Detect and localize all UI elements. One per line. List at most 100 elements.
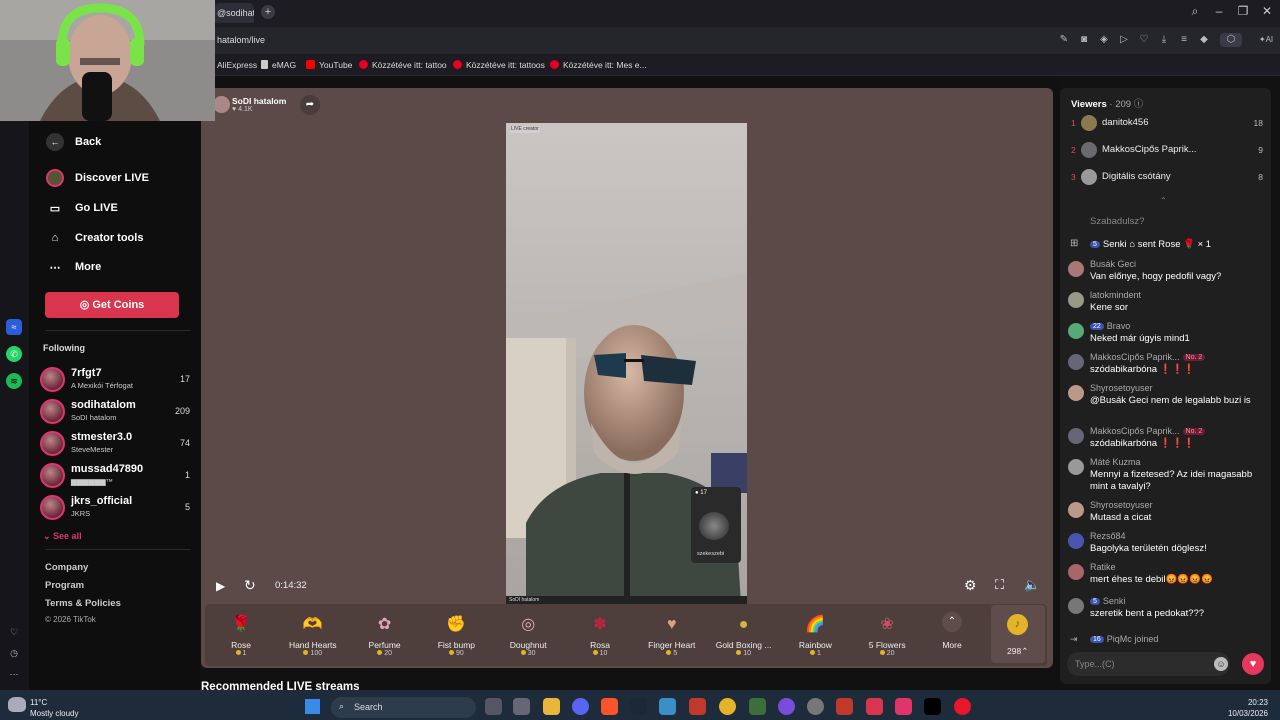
chat-username[interactable]: Busák Geci (1090, 259, 1136, 269)
nav-creator-tools[interactable]: ⌂ Creator tools (46, 227, 144, 249)
tiktok-icon[interactable] (924, 698, 941, 715)
top-viewer[interactable]: 2 MakkosCipős Paprik... 9 (1071, 142, 1263, 160)
chat-message[interactable]: Ratike mert éhes te debil😡😡😡😡 (1068, 562, 1264, 592)
like-button[interactable]: ♥ (1242, 653, 1264, 675)
windows-start-icon[interactable] (305, 699, 320, 714)
app-icon[interactable] (749, 698, 766, 715)
chat-message[interactable]: 22 Bravo Neked már úgyis mind1 (1068, 321, 1264, 351)
play-icon[interactable]: ▶ (216, 579, 225, 593)
chat-message[interactable]: 5 Senki szeretik bent a pedokat??? (1068, 596, 1264, 626)
footer-company[interactable]: Company (45, 562, 88, 573)
chat-message[interactable]: Rezső84 Bagolyka területén döglesz! (1068, 531, 1264, 561)
ai-button[interactable]: ✦AI (1254, 33, 1278, 47)
chat-username[interactable]: 22 Bravo (1090, 321, 1130, 331)
volume-icon[interactable]: 🔈 (1024, 577, 1040, 593)
footer-program[interactable]: Program (45, 580, 84, 591)
chat-message[interactable]: latokmindent Kene sor (1068, 290, 1264, 320)
chat-message[interactable]: Busák Geci Van előnye, hogy pedofil vagy? (1068, 259, 1264, 289)
weather-icon[interactable] (8, 697, 26, 712)
collapse-icon[interactable]: ⌃ (1160, 196, 1167, 205)
bookmark-tattoos[interactable]: Közzétéve itt: tattoos (453, 60, 545, 70)
widgets-icon[interactable] (513, 698, 530, 715)
refresh-icon[interactable]: ↻ (244, 577, 256, 594)
weather-widget[interactable]: 11°C Mostly cloudy (30, 697, 78, 719)
chat-username[interactable]: MakkosCipős Paprik... No. 2 (1090, 426, 1206, 436)
following-item[interactable]: jkrs_official JKRS 5 (40, 493, 190, 521)
taskbar-search[interactable]: ⌕ Search (331, 697, 476, 718)
play-icon[interactable]: ▷ (1117, 33, 1131, 47)
wallet-icon[interactable]: ◆ (1197, 33, 1211, 47)
emoji-icon[interactable]: ☺ (1214, 657, 1228, 671)
tf-app-icon[interactable] (689, 698, 706, 715)
chat-username[interactable]: Rezső84 (1090, 531, 1126, 541)
spotify-icon[interactable]: ≋ (6, 373, 22, 389)
chat-message[interactable]: MakkosCipős Paprik... No. 2 szódabikarbóna… (1068, 352, 1264, 382)
whatsapp-icon[interactable]: ✆ (6, 346, 22, 362)
gift-item[interactable]: 🌹 Rose 1 (206, 608, 276, 664)
steam-icon[interactable] (630, 698, 647, 715)
clock[interactable]: 20:23 10/03/2026 (1216, 697, 1268, 719)
extension-icon[interactable]: ⬡ (1220, 33, 1242, 47)
wps-icon[interactable] (866, 698, 883, 715)
bookmark-tattoo[interactable]: Közzétéve itt: tattoo (359, 60, 447, 70)
chat-username[interactable]: MakkosCipős Paprik... No. 2 (1090, 352, 1206, 362)
top-viewer[interactable]: 3 Digitális csótány 8 (1071, 169, 1263, 187)
top-viewer[interactable]: 1 danitok456 18 (1071, 115, 1263, 133)
host-chip[interactable]: SoDI hatalom ♥ 4.1K (213, 94, 293, 116)
more-gifts-button[interactable]: ⌃ More (917, 608, 987, 664)
gift-item[interactable]: 🌈 Rainbow 1 (780, 608, 850, 664)
bookmark-youtube[interactable]: YouTube (306, 60, 352, 70)
heart-icon[interactable]: ♡ (1137, 33, 1151, 47)
bookmark-aliexpress[interactable]: AliExpress (217, 60, 257, 70)
following-item[interactable]: mussad47890 ▆▆▆▆▆▆™ 1 (40, 461, 190, 489)
following-item[interactable]: stmester3.0 SteveMester 74 (40, 429, 190, 457)
gift-item[interactable]: ✊ Fist bump 90 (421, 608, 491, 664)
share-button[interactable]: ➦ (300, 95, 320, 115)
photos-icon[interactable] (659, 698, 676, 715)
gift-item[interactable]: 🫶 Hand Hearts 100 (278, 608, 348, 664)
nav-go-live[interactable]: ▭ Go LIVE (46, 197, 118, 219)
coin-app-icon[interactable] (719, 698, 736, 715)
gift-item[interactable]: ❀ 5 Flowers 20 (852, 608, 922, 664)
get-coins-button[interactable]: ◎ Get Coins (45, 292, 179, 318)
chat-username[interactable]: Máté Kuzma (1090, 457, 1141, 467)
nav-discover-live[interactable]: Discover LIVE (46, 167, 149, 189)
camera-icon[interactable]: ◙ (1077, 33, 1091, 47)
viewers-header[interactable]: Viewers · 209 ⓘ (1071, 96, 1143, 110)
chat-username[interactable]: latokmindent (1090, 290, 1141, 300)
fullscreen-icon[interactable]: ⛶ (995, 577, 1004, 593)
maximize-icon[interactable]: ❐ (1234, 4, 1252, 18)
bookmark-mes[interactable]: Közzétéve itt: Mes e... (550, 60, 647, 70)
settings-icon[interactable]: ⚙ (964, 577, 977, 594)
coin-balance-button[interactable]: ♪ 298⌃ (991, 605, 1045, 663)
bookmark-emag[interactable]: eMAG (261, 60, 296, 70)
edit-icon[interactable]: ✎ (1057, 33, 1071, 47)
discord-icon[interactable] (572, 698, 589, 715)
chat-username[interactable]: Ratike (1090, 562, 1116, 572)
new-tab-button[interactable]: + (261, 5, 275, 19)
chat-message[interactable]: Shyrosetoyuser Mutasd a cicat (1068, 500, 1264, 530)
chat-username[interactable]: Shyrosetoyuser (1090, 383, 1153, 393)
download-icon[interactable]: ⤓ (1157, 33, 1171, 47)
following-item[interactable]: 7rfgt7 A Mexikói Térfogat 17 (40, 365, 190, 393)
chat-message[interactable]: Máté Kuzma Mennyi a fizetesed? Az idei ma… (1068, 457, 1264, 492)
gift-item[interactable]: ● Gold Boxing ... 10 (709, 608, 779, 664)
chat-message[interactable]: Shyrosetoyuser @Busák Geci nem de legalab… (1068, 383, 1264, 413)
search-icon[interactable]: ⌕ (1186, 4, 1204, 19)
app-icon[interactable] (895, 698, 912, 715)
messenger-icon[interactable]: ≈ (6, 319, 22, 335)
gift-item[interactable]: ✽ Rosa 10 (565, 608, 635, 664)
app-icon[interactable] (807, 698, 824, 715)
gift-item[interactable]: ✿ Perfume 20 (350, 608, 420, 664)
see-all-link[interactable]: ⌄ See all (43, 531, 82, 542)
guest-pip[interactable]: ● 17 szekeszebi (691, 487, 741, 563)
file-explorer-icon[interactable] (543, 698, 560, 715)
chat-input[interactable]: Type...(C) (1067, 652, 1230, 676)
chat-username[interactable]: Shyrosetoyuser (1090, 500, 1153, 510)
gift-item[interactable]: ♥ Finger Heart 5 (637, 608, 707, 664)
task-view-icon[interactable] (485, 698, 502, 715)
brave-icon[interactable] (601, 698, 618, 715)
nav-back[interactable]: ← Back (46, 131, 101, 153)
opera-gx-icon[interactable] (954, 698, 971, 715)
obs-icon[interactable] (778, 698, 795, 715)
